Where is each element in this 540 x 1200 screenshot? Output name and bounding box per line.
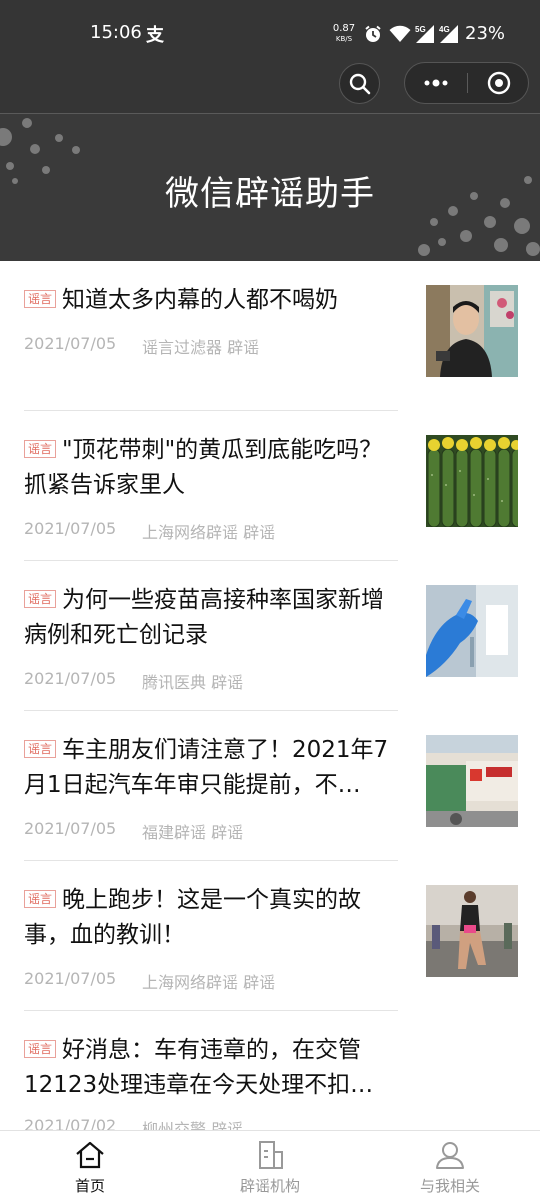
battery-level: 23%: [465, 23, 506, 44]
article-date: 2021/07/05: [24, 334, 117, 353]
wifi-icon: [389, 25, 411, 42]
article-title: 谣言 晚上跑步！这是一个真实的故事，血的教训！: [24, 887, 362, 948]
decor-dot: [72, 146, 80, 154]
decor-dot: [438, 238, 446, 246]
search-button[interactable]: [339, 63, 380, 104]
article-source: 上海网络辟谣 辟谣: [142, 973, 276, 992]
decor-dot: [0, 128, 12, 146]
decor-dot: [418, 244, 430, 256]
search-icon: [349, 73, 370, 94]
decor-dot: [494, 238, 508, 252]
building-icon: [259, 1141, 283, 1169]
decor-dot: [55, 134, 63, 142]
decor-dot: [22, 118, 32, 128]
decor-dot: [460, 230, 472, 242]
tab-bar: 首页 辟谣机构 与我相关: [0, 1130, 540, 1200]
article-thumbnail: [426, 735, 518, 827]
target-close-icon: [487, 71, 511, 95]
article-date: 2021/07/05: [24, 519, 117, 538]
top-bar: 15:06 支 0.87 KB/S 5G 4G 23%: [0, 0, 540, 113]
tab-related-to-me[interactable]: 与我相关: [360, 1131, 540, 1200]
decor-dot: [514, 218, 530, 234]
tab-home[interactable]: 首页: [0, 1131, 180, 1200]
signal-4g-icon: 4G: [439, 25, 458, 43]
tab-organizations[interactable]: 辟谣机构: [180, 1131, 360, 1200]
tab-organizations-label: 辟谣机构: [239, 1177, 300, 1195]
rumor-tag: 谣言: [24, 740, 57, 758]
svg-text:4G: 4G: [439, 25, 450, 34]
rumor-tag: 谣言: [24, 890, 57, 908]
article-date: 2021/07/05: [24, 669, 117, 688]
banner-title: 微信辟谣助手: [165, 174, 375, 214]
article-source: 上海网络辟谣 辟谣: [142, 523, 276, 542]
person-icon: [436, 1142, 464, 1169]
article-title: 谣言 知道太多内幕的人都不喝奶: [24, 283, 394, 318]
rumor-tag: 谣言: [24, 1040, 57, 1058]
article-date: 2021/07/05: [24, 819, 117, 838]
more-dots-icon: [424, 79, 448, 87]
article-source: 福建辟谣 辟谣: [142, 823, 244, 842]
article-thumbnail: [426, 885, 518, 977]
article-item[interactable]: 谣言 "顶花带刺"的黄瓜到底能吃吗？抓紧告诉家里人 2021/07/05 上海网络…: [0, 411, 540, 561]
article-title: 谣言 为何一些疫苗高接种率国家新增病例和死亡创记录: [24, 587, 385, 648]
decor-dot: [526, 242, 540, 256]
svg-text:5G: 5G: [415, 25, 426, 34]
article-source: 腾讯医典 辟谣: [142, 673, 244, 692]
decor-dot: [484, 216, 496, 228]
signal-5g-icon: 5G: [415, 25, 434, 43]
banner: 微信辟谣助手: [0, 113, 540, 261]
tab-related-to-me-label: 与我相关: [419, 1177, 480, 1195]
article-thumbnail: [426, 435, 518, 527]
rumor-tag: 谣言: [24, 440, 57, 458]
rumor-tag: 谣言: [24, 590, 57, 608]
article-thumbnail: [426, 585, 518, 677]
article-title: 谣言 "顶花带刺"的黄瓜到底能吃吗？抓紧告诉家里人: [24, 437, 383, 498]
article-source: 谣言过滤器 辟谣: [142, 338, 260, 357]
article-title: 谣言 好消息：车有违章的，在交管12123处理违章在今天处理不扣…: [24, 1037, 374, 1098]
article-title: 谣言 车主朋友们请注意了！2021年7月1日起汽车年审只能提前，不…: [24, 737, 389, 798]
article-item[interactable]: 谣言 为何一些疫苗高接种率国家新增病例和死亡创记录 2021/07/05 腾讯医典…: [0, 561, 540, 711]
tab-home-label: 首页: [74, 1177, 105, 1195]
rumor-tag: 谣言: [24, 290, 57, 308]
home-icon: [76, 1141, 104, 1169]
article-thumbnail: [426, 285, 518, 377]
article-item[interactable]: 谣言 晚上跑步！这是一个真实的故事，血的教训！ 2021/07/05 上海网络辟谣…: [0, 861, 540, 1011]
status-time: 15:06: [90, 22, 142, 43]
app-notification-icon: 支: [146, 25, 164, 46]
more-button[interactable]: [405, 63, 467, 103]
network-speed: 0.87 KB/S: [332, 23, 356, 44]
article-item[interactable]: 谣言 知道太多内幕的人都不喝奶 2021/07/05 谣言过滤器 辟谣: [0, 261, 540, 411]
alarm-icon: [365, 25, 381, 42]
close-mini-program-button[interactable]: [468, 63, 530, 103]
decor-dot: [30, 144, 40, 154]
article-item[interactable]: 谣言 车主朋友们请注意了！2021年7月1日起汽车年审只能提前，不… 2021/0…: [0, 711, 540, 861]
mini-program-capsule: [404, 62, 529, 104]
decor-dot: [430, 218, 438, 226]
article-date: 2021/07/05: [24, 969, 117, 988]
